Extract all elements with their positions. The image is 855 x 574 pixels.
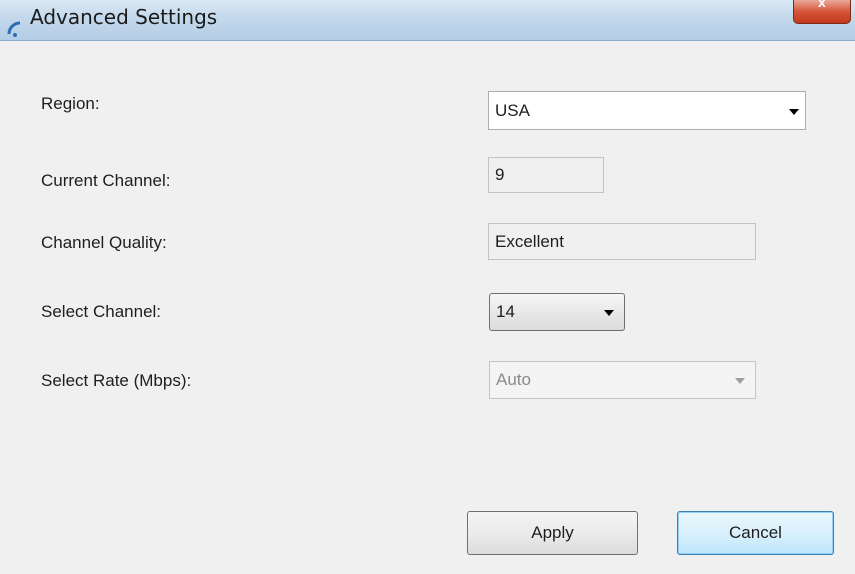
- apply-button[interactable]: Apply: [467, 511, 638, 555]
- channel-quality-label: Channel Quality:: [41, 233, 167, 252]
- select-channel-dropdown[interactable]: 14: [489, 293, 625, 331]
- select-channel-value: 14: [496, 302, 515, 321]
- close-button[interactable]: x: [793, 0, 851, 24]
- select-rate-value: Auto: [496, 370, 531, 389]
- region-select[interactable]: USA: [488, 91, 806, 130]
- select-rate-label: Select Rate (Mbps):: [41, 371, 192, 390]
- select-rate-dropdown: Auto: [489, 361, 756, 399]
- channel-quality-value: Excellent: [495, 231, 564, 251]
- current-channel-value: 9: [495, 165, 505, 184]
- region-value: USA: [495, 100, 530, 120]
- current-channel-label: Current Channel:: [41, 171, 171, 190]
- chevron-down-icon: [735, 378, 745, 384]
- close-icon: x: [818, 0, 826, 10]
- advanced-settings-dialog: Advanced Settings x Region: USA Current …: [0, 0, 855, 574]
- region-label: Region:: [41, 94, 100, 113]
- apply-button-label: Apply: [531, 523, 574, 542]
- title-bar[interactable]: Advanced Settings x: [0, 0, 855, 41]
- select-channel-label: Select Channel:: [41, 302, 162, 321]
- chevron-down-icon: [604, 310, 614, 316]
- chevron-down-icon: [789, 108, 799, 115]
- window-title: Advanced Settings: [30, 5, 218, 29]
- cancel-button-label: Cancel: [729, 523, 782, 542]
- wifi-signal-icon: [7, 21, 21, 37]
- channel-quality-field: Excellent: [488, 223, 756, 260]
- cancel-button[interactable]: Cancel: [677, 511, 834, 555]
- current-channel-field: 9: [488, 157, 604, 193]
